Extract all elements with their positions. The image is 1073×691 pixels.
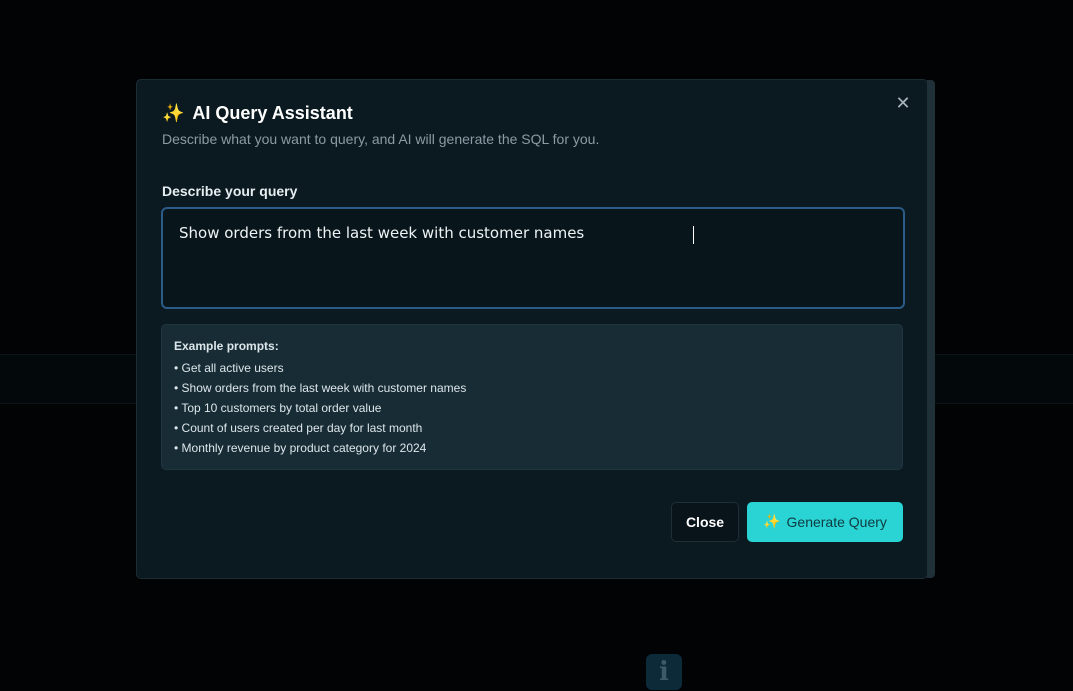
info-icon: i	[646, 654, 682, 690]
generate-query-button[interactable]: ✨ Generate Query	[747, 502, 903, 542]
example-prompt-item: • Top 10 customers by total order value	[174, 401, 382, 415]
example-prompts-panel: Example prompts: • Get all active users …	[161, 324, 903, 470]
example-prompts-title: Example prompts:	[174, 339, 279, 353]
sparkles-icon: ✨	[162, 103, 185, 124]
dialog-scrollbar[interactable]	[927, 80, 935, 578]
text-caret	[693, 226, 694, 244]
example-prompt-item: • Count of users created per day for las…	[174, 421, 423, 435]
query-field-label: Describe your query	[162, 183, 298, 199]
example-prompts-list: • Get all active users • Show orders fro…	[174, 362, 890, 462]
ai-query-dialog: ✨ AI Query Assistant Describe what you w…	[136, 79, 928, 579]
query-input[interactable]	[161, 207, 905, 309]
close-icon[interactable]: ✕	[893, 94, 913, 114]
example-prompt-item: • Show orders from the last week with cu…	[174, 381, 467, 395]
close-button[interactable]: Close	[671, 502, 739, 542]
example-prompt-item: • Get all active users	[174, 361, 284, 375]
dialog-title: ✨ AI Query Assistant	[162, 103, 353, 124]
generate-query-label: Generate Query	[786, 514, 887, 530]
dialog-title-text: AI Query Assistant	[192, 103, 353, 123]
sparkles-icon: ✨	[763, 514, 781, 530]
dialog-subtitle: Describe what you want to query, and AI …	[162, 131, 600, 147]
example-prompt-item: • Monthly revenue by product category fo…	[174, 441, 427, 455]
